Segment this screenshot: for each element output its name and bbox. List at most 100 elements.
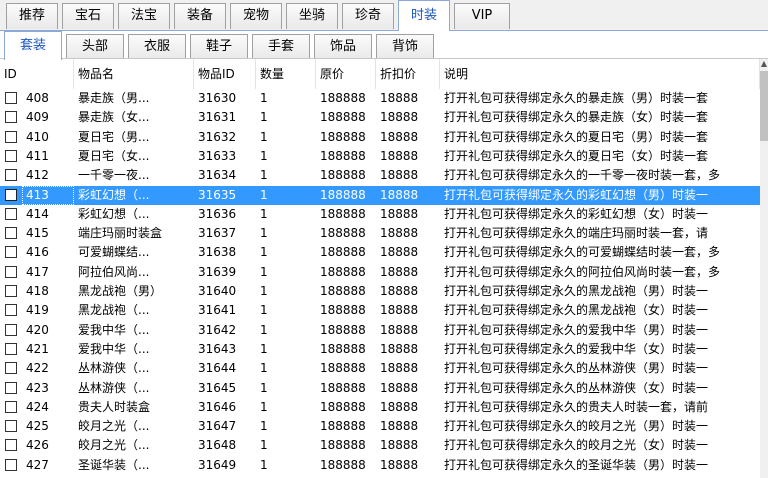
cell-discount: 18888 bbox=[380, 148, 419, 163]
cell-id: 425 bbox=[26, 419, 49, 434]
row-checkbox[interactable] bbox=[5, 149, 17, 162]
table-row[interactable]: 415 端庄玛丽时装盒 31637 1 188888 18888 打开礼包可获得绑定永久的端… bbox=[0, 224, 760, 243]
column-header-0[interactable]: ID bbox=[0, 59, 74, 89]
item-list[interactable]: ID 物品名 物品ID 数量 原价 折扣价 说明 408 暴走族（男... 31630 1 1888… bbox=[0, 58, 768, 478]
cell-desc: 打开礼包可获得绑定永久的夏日宅（男）时装一套 bbox=[444, 129, 709, 144]
tab-secondary-1[interactable]: 头部 bbox=[66, 34, 124, 59]
column-header-1[interactable]: 物品名 bbox=[74, 59, 194, 89]
table-row[interactable]: 412 一千零一夜... 31634 1 188888 18888 打开礼包可获得绑定永久的… bbox=[0, 166, 760, 185]
row-checkbox[interactable] bbox=[5, 381, 17, 394]
row-checkbox[interactable] bbox=[5, 188, 17, 201]
cell-qty: 1 bbox=[260, 419, 268, 434]
scrollbar-thumb[interactable] bbox=[760, 71, 768, 141]
row-checkbox[interactable] bbox=[5, 285, 17, 297]
table-row[interactable]: 421 爱我中华（... 31643 1 188888 18888 打开礼包可获得绑定永久的… bbox=[0, 340, 760, 359]
tab-secondary-5[interactable]: 饰品 bbox=[314, 34, 372, 59]
row-checkbox[interactable] bbox=[5, 342, 17, 355]
tab-primary-6[interactable]: 珍奇 bbox=[342, 3, 394, 29]
cell-price: 188888 bbox=[320, 284, 366, 298]
cell-discount: 18888 bbox=[380, 419, 419, 434]
row-checkbox[interactable] bbox=[5, 130, 17, 143]
table-row[interactable]: 413 彩虹幻想（... 31635 1 188888 18888 打开礼包可获得绑定永久的… bbox=[0, 185, 760, 205]
table-row[interactable]: 425 皎月之光（... 31647 1 188888 18888 打开礼包可获得绑定永久的… bbox=[0, 417, 760, 436]
tab-secondary-3[interactable]: 鞋子 bbox=[190, 34, 248, 59]
row-checkbox[interactable] bbox=[5, 92, 17, 104]
table-row[interactable]: 409 暴走族（女... 31631 1 188888 18888 打开礼包可获得绑定永久的… bbox=[0, 108, 760, 127]
row-checkbox[interactable] bbox=[5, 420, 17, 433]
cell-id: 426 bbox=[26, 438, 49, 453]
table-row[interactable]: 416 可爱蝴蝶结... 31638 1 188888 18888 打开礼包可获得绑定永久的… bbox=[0, 243, 760, 262]
row-checkbox[interactable] bbox=[5, 169, 17, 182]
cell-item_id: 31637 bbox=[198, 226, 237, 241]
row-checkbox[interactable] bbox=[5, 362, 17, 375]
subcategory-tab-bar: 套装 头部 衣服 鞋子 手套 饰品 背饰 bbox=[0, 30, 768, 60]
row-checkbox[interactable] bbox=[5, 207, 17, 220]
cell-item_id: 31633 bbox=[198, 148, 237, 163]
table-row[interactable]: 422 丛林游侠（... 31644 1 188888 18888 打开礼包可获得绑定永久的… bbox=[0, 359, 760, 378]
column-header-5[interactable]: 折扣价 bbox=[376, 59, 440, 89]
tab-primary-4[interactable]: 宠物 bbox=[230, 3, 282, 29]
tab-primary-5[interactable]: 坐骑 bbox=[286, 3, 338, 29]
cell-name: 爱我中华（... bbox=[78, 322, 150, 337]
cell-qty: 1 bbox=[260, 341, 268, 356]
table-row[interactable]: 420 爱我中华（... 31642 1 188888 18888 打开礼包可获得绑定永久的… bbox=[0, 321, 760, 340]
table-row[interactable]: 419 黑龙战袍（... 31641 1 188888 18888 打开礼包可获得绑定永久的… bbox=[0, 301, 760, 320]
column-header-4[interactable]: 原价 bbox=[316, 59, 376, 89]
row-checkbox[interactable] bbox=[5, 227, 17, 240]
column-header-6[interactable]: 说明 bbox=[440, 59, 760, 89]
cell-name: 可爱蝴蝶结... bbox=[78, 245, 150, 260]
cell-id: 415 bbox=[26, 226, 49, 241]
table-row[interactable]: 427 圣诞华装（... 31649 1 188888 18888 打开礼包可获得绑定永久的… bbox=[0, 456, 760, 475]
row-checkbox[interactable] bbox=[5, 458, 17, 471]
tab-primary-1[interactable]: 宝石 bbox=[62, 3, 114, 29]
table-row[interactable]: 408 暴走族（男... 31630 1 188888 18888 打开礼包可获得绑定永久的… bbox=[0, 89, 760, 108]
table-row[interactable]: 418 黑龙战袍（男） 31640 1 188888 18888 打开礼包可获得绑定永久的黑… bbox=[0, 282, 760, 301]
cell-desc: 打开礼包可获得绑定永久的彩虹幻想（男）时装一 bbox=[444, 187, 709, 202]
tab-primary-7[interactable]: 时装 bbox=[398, 0, 450, 31]
table-row[interactable]: 414 彩虹幻想（... 31636 1 188888 18888 打开礼包可获得绑定永久的… bbox=[0, 205, 760, 224]
table-row[interactable]: 424 贵夫人时装盒 31646 1 188888 18888 打开礼包可获得绑定永久的贵夫… bbox=[0, 398, 760, 417]
tab-primary-8[interactable]: VIP bbox=[454, 3, 510, 29]
cell-desc: 打开礼包可获得绑定永久的可爱蝴蝶结时装一套，多 bbox=[444, 245, 721, 260]
cell-desc: 打开礼包可获得绑定永久的暴走族（女）时装一套 bbox=[444, 110, 709, 125]
tab-primary-3[interactable]: 装备 bbox=[174, 3, 226, 29]
row-checkbox[interactable] bbox=[5, 400, 17, 413]
tab-secondary-6[interactable]: 背饰 bbox=[376, 34, 434, 59]
cell-price: 188888 bbox=[320, 264, 366, 279]
tab-primary-2[interactable]: 法宝 bbox=[118, 3, 170, 29]
cell-id: 408 bbox=[26, 91, 49, 105]
row-checkbox[interactable] bbox=[5, 111, 17, 124]
scroll-up-arrow-icon[interactable]: ▲ bbox=[760, 59, 768, 69]
row-checkbox[interactable] bbox=[5, 439, 17, 452]
cell-item_id: 31640 bbox=[198, 284, 237, 298]
table-row[interactable]: 411 夏日宅（女... 31633 1 188888 18888 打开礼包可获得绑定永久的… bbox=[0, 147, 760, 166]
cell-discount: 18888 bbox=[380, 457, 419, 472]
table-row[interactable]: 410 夏日宅（男... 31632 1 188888 18888 打开礼包可获得绑定永久的… bbox=[0, 128, 760, 147]
vertical-scrollbar[interactable]: ▲ bbox=[760, 59, 768, 478]
cell-name: 黑龙战袍（... bbox=[78, 303, 150, 318]
column-header-3[interactable]: 数量 bbox=[256, 59, 316, 89]
cell-qty: 1 bbox=[260, 245, 268, 260]
cell-id: 420 bbox=[26, 322, 49, 337]
cell-id: 418 bbox=[26, 284, 49, 298]
row-checkbox[interactable] bbox=[5, 304, 17, 317]
tab-secondary-0[interactable]: 套装 bbox=[4, 31, 62, 60]
column-header-2[interactable]: 物品ID bbox=[194, 59, 256, 89]
cell-qty: 1 bbox=[260, 110, 268, 125]
table-row[interactable]: 417 阿拉伯风尚... 31639 1 188888 18888 打开礼包可获得绑定永久的… bbox=[0, 263, 760, 282]
row-checkbox[interactable] bbox=[5, 265, 17, 278]
tab-secondary-4[interactable]: 手套 bbox=[252, 34, 310, 59]
cell-discount: 18888 bbox=[380, 129, 419, 144]
row-checkbox[interactable] bbox=[5, 246, 17, 259]
cell-qty: 1 bbox=[260, 380, 268, 395]
cell-desc: 打开礼包可获得绑定永久的皎月之光（男）时装一 bbox=[444, 419, 709, 434]
cell-qty: 1 bbox=[260, 206, 268, 221]
cell-desc: 打开礼包可获得绑定永久的丛林游侠（男）时装一 bbox=[444, 361, 709, 376]
table-row[interactable]: 426 皎月之光（... 31648 1 188888 18888 打开礼包可获得绑定永久的… bbox=[0, 436, 760, 455]
cell-price: 188888 bbox=[320, 322, 366, 337]
cell-id: 424 bbox=[26, 399, 49, 414]
tab-secondary-2[interactable]: 衣服 bbox=[128, 34, 186, 59]
tab-primary-0[interactable]: 推荐 bbox=[6, 3, 58, 29]
row-checkbox[interactable] bbox=[5, 323, 17, 336]
table-row[interactable]: 423 丛林游侠（... 31645 1 188888 18888 打开礼包可获得绑定永久的… bbox=[0, 379, 760, 398]
